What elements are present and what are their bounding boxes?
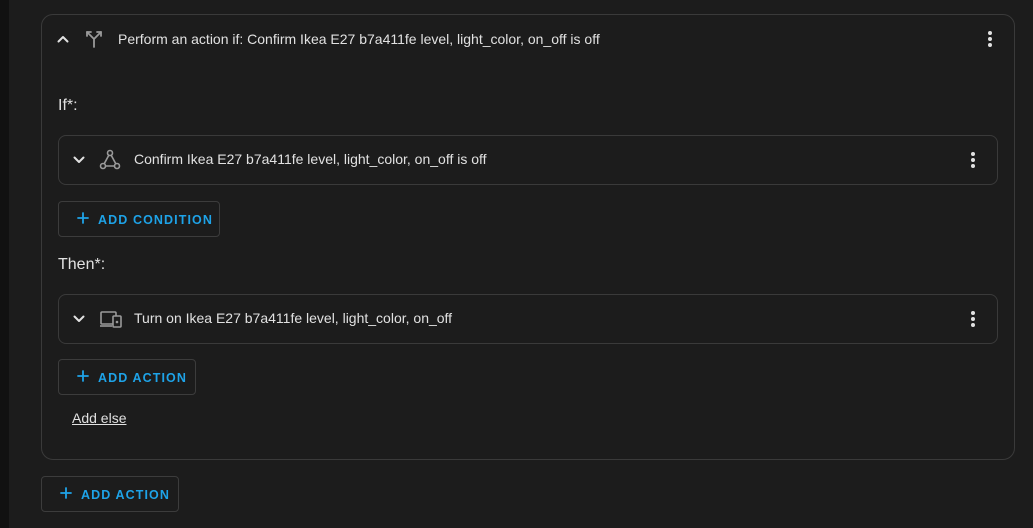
choose-action-title: Perform an action if: Confirm Ikea E27 b… — [118, 31, 600, 47]
plus-icon — [60, 487, 72, 499]
state-graph-icon — [99, 149, 121, 171]
action-title: Turn on Ikea E27 b7a411fe level, light_c… — [134, 310, 453, 326]
add-condition-label: ADD CONDITION — [98, 213, 213, 227]
action-card[interactable]: Turn on Ikea E27 b7a411fe level, light_c… — [58, 294, 998, 344]
chevron-down-icon[interactable] — [72, 312, 86, 326]
devices-icon — [99, 309, 123, 329]
add-else-link[interactable]: Add else — [72, 410, 126, 426]
add-action-label: ADD ACTION — [98, 371, 188, 385]
condition-card[interactable]: Confirm Ikea E27 b7a411fe level, light_c… — [58, 135, 998, 185]
add-condition-button[interactable]: ADD CONDITION — [58, 201, 220, 237]
dots-vertical-icon[interactable] — [965, 309, 981, 329]
chevron-up-icon[interactable] — [56, 32, 70, 46]
choose-action-header[interactable]: Perform an action if: Confirm Ikea E27 b… — [42, 15, 1014, 63]
choose-action-card: Perform an action if: Confirm Ikea E27 b… — [41, 14, 1015, 460]
add-action-label: ADD ACTION — [81, 488, 171, 502]
automation-editor: Perform an action if: Confirm Ikea E27 b… — [0, 0, 1033, 528]
call-split-icon — [84, 29, 104, 49]
then-label: Then*: — [58, 256, 106, 273]
if-label: If*: — [58, 97, 78, 114]
condition-title: Confirm Ikea E27 b7a411fe level, light_c… — [134, 151, 487, 167]
add-action-button-nested[interactable]: ADD ACTION — [58, 359, 196, 395]
plus-icon — [77, 212, 89, 224]
dots-vertical-icon[interactable] — [982, 29, 998, 49]
plus-icon — [77, 370, 89, 382]
dots-vertical-icon[interactable] — [965, 150, 981, 170]
add-action-button[interactable]: ADD ACTION — [41, 476, 179, 512]
editor-panel: Perform an action if: Confirm Ikea E27 b… — [9, 0, 1033, 528]
chevron-down-icon[interactable] — [72, 153, 86, 167]
